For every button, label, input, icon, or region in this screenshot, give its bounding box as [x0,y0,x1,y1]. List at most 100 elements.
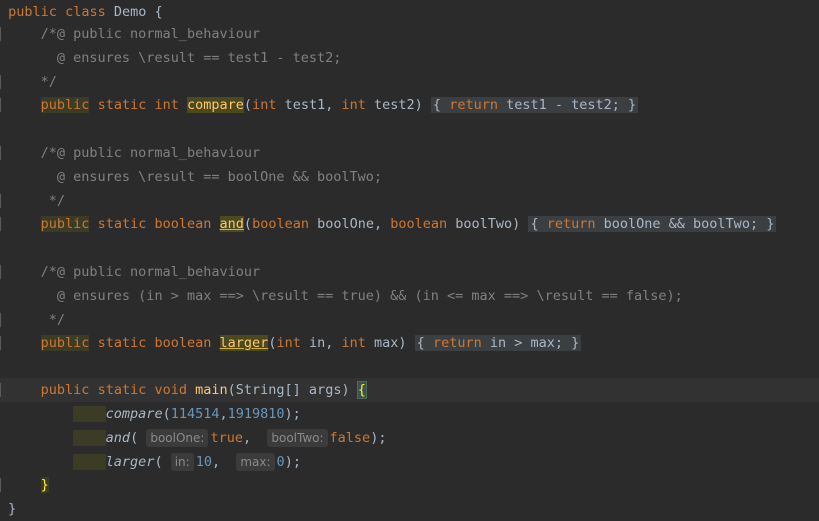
keyword: public [40,97,90,113]
method-call[interactable]: and [106,430,130,446]
boolean-literal: false [329,430,371,446]
keyword: return [449,97,498,113]
paren: ( [243,97,253,113]
parameter-hint: boolOne: [146,429,209,447]
method-call[interactable]: larger [106,454,155,470]
code-line[interactable]: /*@ public normal_behaviour [0,141,819,165]
expression: boolOne && boolTwo; [595,216,759,232]
method-name[interactable]: larger [219,335,269,351]
comment: @ ensures (in > max ==> \result == true)… [56,288,683,304]
keyword: boolean [154,335,212,351]
comma: , [211,454,237,470]
fold-marker[interactable] [0,75,8,89]
keyword: static [97,335,147,351]
class-name: Demo [113,4,147,20]
method-call[interactable]: compare [106,406,163,422]
param: boolTwo) [447,216,521,232]
paren: ( [154,454,171,470]
keyword: int [154,97,179,113]
paren: ( [243,216,253,232]
code-line[interactable]: /*@ public normal_behaviour [0,260,819,284]
brace: { [154,4,163,20]
code-line[interactable]: and( boolOne: true, boolTwo: false); [0,426,819,450]
parameter-hint: boolTwo: [267,429,328,447]
param: max) [365,335,407,351]
code-line-current[interactable]: public static void main(String[] args) { [0,378,819,402]
code-line[interactable]: /*@ public normal_behaviour [0,22,819,46]
keyword: public [40,382,90,398]
brace: } [8,501,17,517]
fold-marker[interactable] [0,217,8,231]
number-literal: 114514 [170,406,220,422]
keyword: return [432,335,482,351]
keyword: boolean [154,216,212,232]
comment: /*@ public normal_behaviour [40,26,261,42]
code-line[interactable]: public class Demo { [0,0,819,24]
code-line[interactable]: compare(114514,1919810); [0,402,819,426]
keyword: boolean [252,216,309,232]
comment: */ [40,74,57,90]
brace: } [628,97,637,113]
fold-marker[interactable] [0,265,8,279]
fold-marker[interactable] [0,146,8,160]
comma: , [219,406,228,422]
signature: (String[] args) [227,382,358,398]
param: test2) [365,97,423,113]
code-line[interactable]: @ ensures (in > max ==> \result == true)… [0,284,819,308]
fold-marker[interactable] [0,383,8,397]
folded-body[interactable]: { return boolOne && boolTwo; } [528,216,777,232]
method-name[interactable]: compare [187,97,244,113]
code-line[interactable]: public static boolean larger(int in, int… [0,331,819,355]
paren: ( [130,430,147,446]
comment: /*@ public normal_behaviour [40,145,261,161]
fold-marker[interactable] [0,194,8,208]
comment: /*@ public normal_behaviour [40,264,261,280]
comment: @ ensures \result == boolOne && boolTwo; [56,169,383,185]
matched-brace[interactable]: } [40,477,49,493]
parameter-hint: in: [170,453,194,471]
folded-body[interactable]: { return in > max; } [414,335,582,351]
keyword: int [276,335,301,351]
matched-brace[interactable]: { [356,381,367,399]
folded-body[interactable]: { return test1 - test2; } [430,97,639,113]
code-line[interactable]: */ [0,308,819,332]
call-indent-highlight [73,430,106,446]
keyword: boolean [390,216,448,232]
keyword: static [97,382,147,398]
code-line[interactable]: */ [0,70,819,94]
keyword: class [65,4,106,20]
fold-marker[interactable] [0,478,8,492]
paren: ); [284,454,301,470]
paren: ( [162,406,171,422]
comma: , [242,430,268,446]
fold-marker[interactable] [0,336,8,350]
paren: ); [370,430,387,446]
keyword: void [154,382,187,398]
fold-marker[interactable] [0,98,8,112]
code-line[interactable]: } [0,497,819,521]
fold-marker[interactable] [0,27,8,41]
code-line[interactable]: public static boolean and(boolean boolOn… [0,212,819,236]
keyword: static [97,216,147,232]
fold-marker[interactable] [0,313,8,327]
keyword: int [341,97,366,113]
code-line[interactable]: } [0,473,819,497]
expression: test1 - test2; [497,97,620,113]
method-name[interactable]: and [219,216,244,232]
code-line[interactable]: larger( in: 10, max: 0); [0,450,819,474]
method-name[interactable]: main [195,382,228,398]
code-editor[interactable]: public class Demo { /*@ public normal_be… [0,0,819,520]
number-literal: 0 [276,454,285,470]
code-line[interactable]: */ [0,189,819,213]
comment: */ [48,193,66,209]
keyword: int [341,335,366,351]
expression: in > max; [481,335,563,351]
brace: { [530,216,539,232]
code-line[interactable]: public static int compare(int test1, int… [0,93,819,117]
param: in, [300,335,342,351]
paren: ); [284,406,301,422]
call-indent-highlight [73,454,106,470]
code-line[interactable]: @ ensures \result == boolOne && boolTwo; [0,165,819,189]
code-line[interactable]: @ ensures \result == test1 - test2; [0,46,819,70]
number-literal: 10 [195,454,212,470]
